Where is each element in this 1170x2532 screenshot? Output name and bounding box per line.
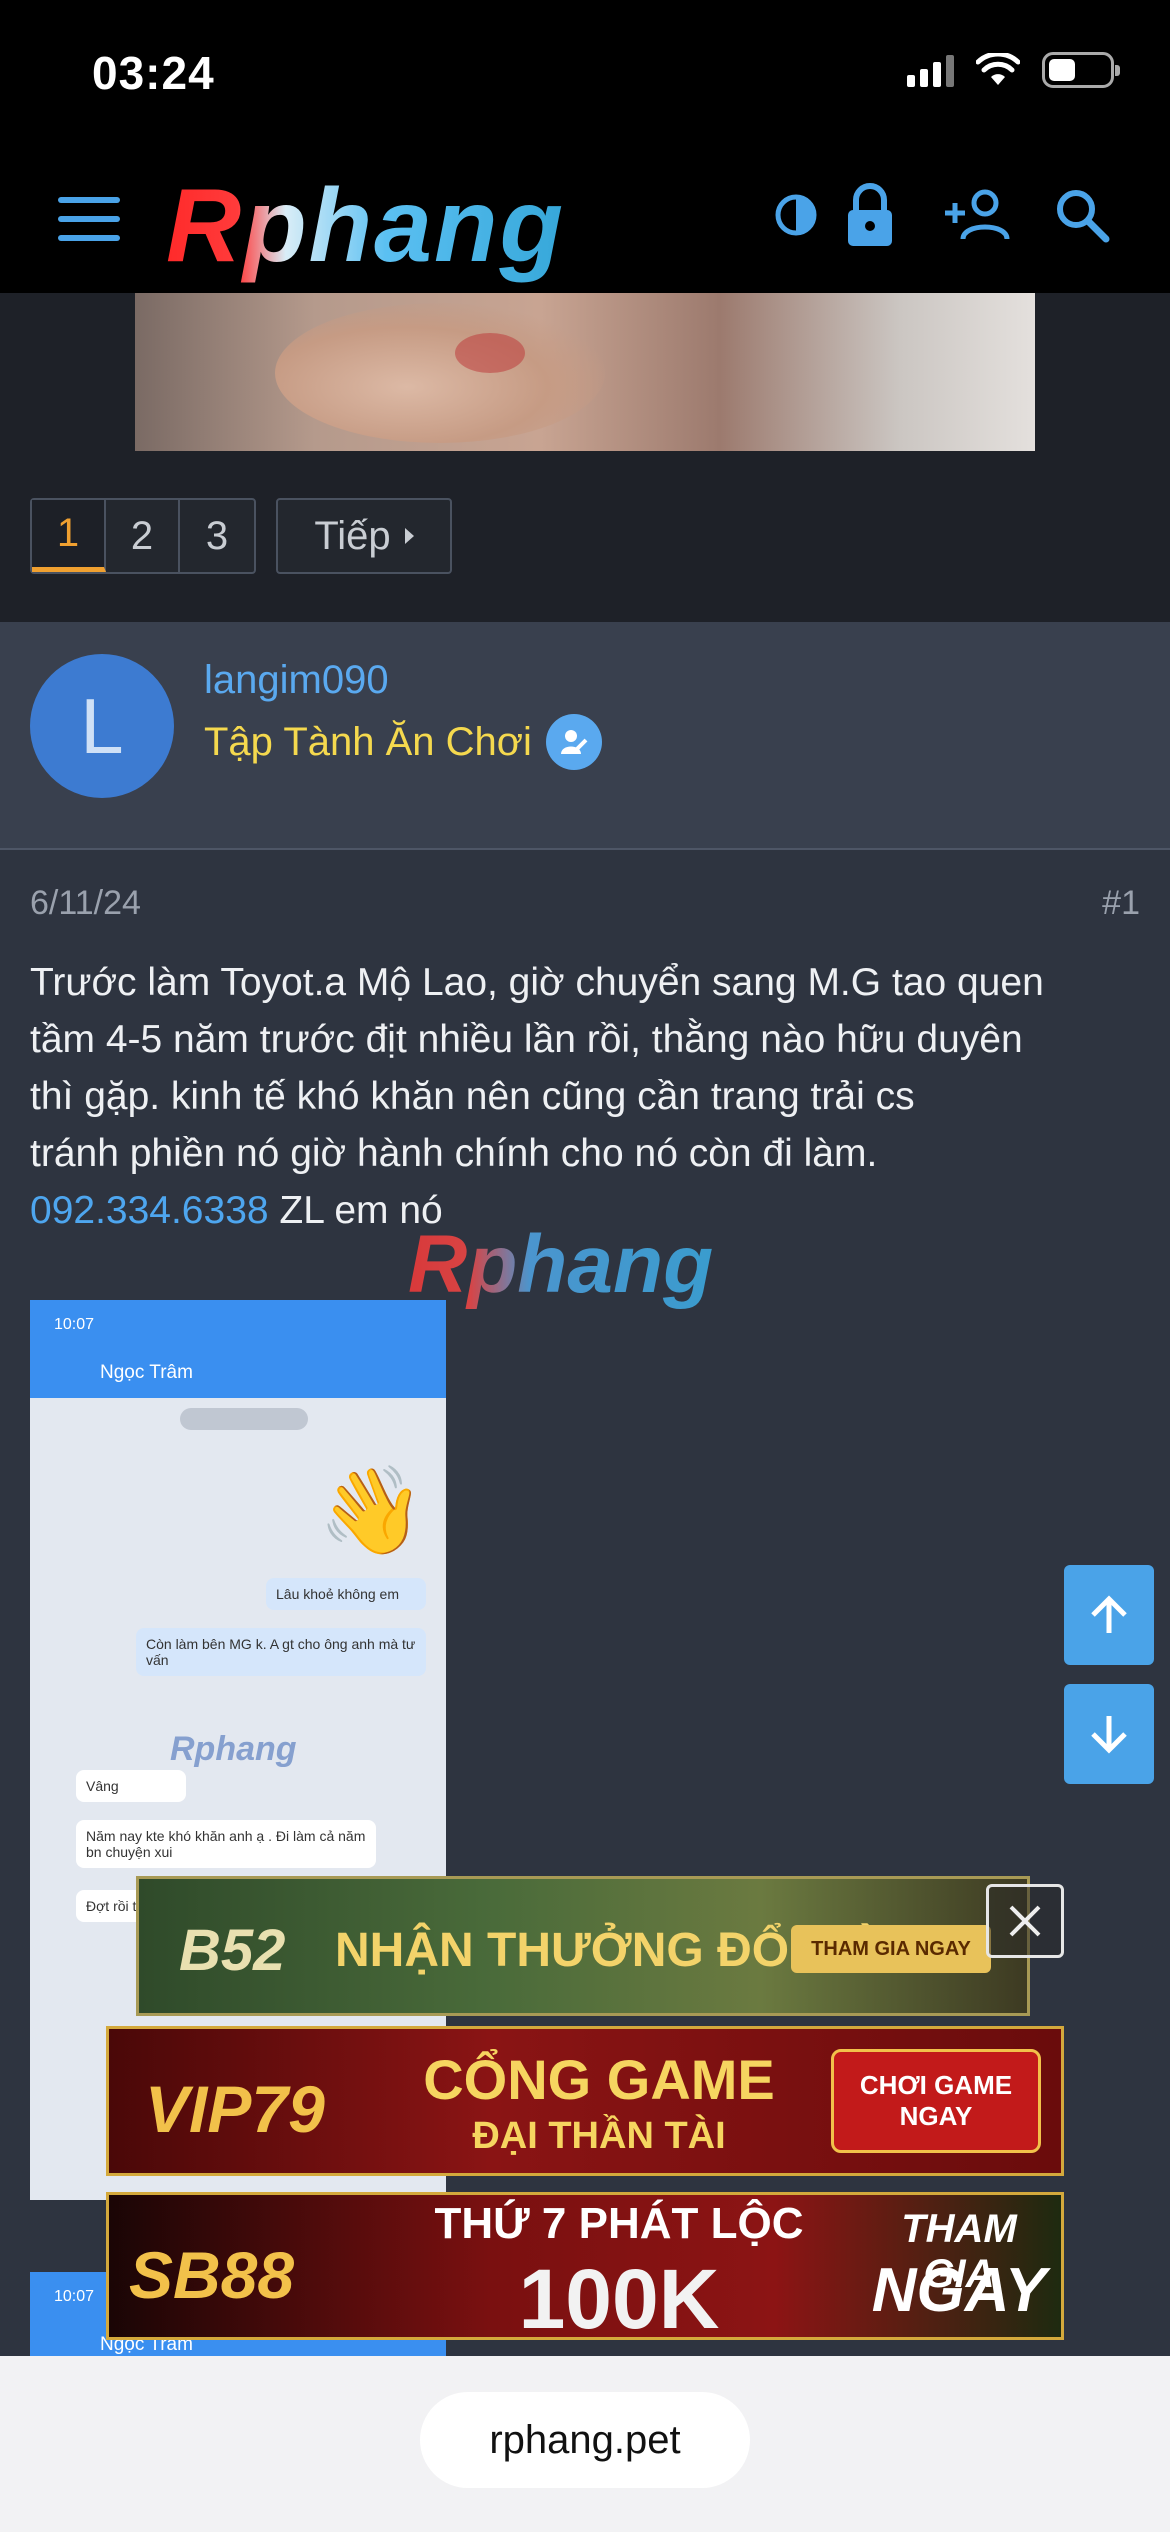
ad-banner-vip79[interactable]: VIP79 CỔNG GAME ĐẠI THẦN TÀI CHƠI GAME N… [106, 2026, 1064, 2176]
chat-date-pill [180, 1408, 308, 1430]
ad-banner-b52[interactable]: B52 NHẬN THƯỞNG ĐỔI ĐỜI THAM GIA NGAY [136, 1876, 1030, 2016]
ad-brand: VIP79 [145, 2072, 325, 2146]
post-line: Trước làm Toyot.a Mộ Lao, giờ chuyển san… [30, 961, 1044, 1004]
chat-bubble: Năm nay kte khó khăn anh ạ . Đi làm cả n… [76, 1820, 376, 1868]
chat-contact: Ngọc Trâm [100, 1362, 193, 1383]
post-line: thì gặp. kinh tế khó khăn nên cũng cần t… [30, 1075, 915, 1118]
scroll-top-button[interactable] [1064, 1565, 1154, 1665]
chat-bubble: Còn làm bên MG k. A gt cho ông anh mà tư… [136, 1628, 426, 1676]
chat-header: 10:07 Ngọc Trâm [30, 1300, 446, 1398]
browser-bottom-bar: rphang.pet [0, 2356, 1170, 2532]
wifi-icon [976, 53, 1020, 85]
chat-bubble: Vâng [76, 1770, 186, 1802]
close-icon [1009, 1905, 1041, 1937]
close-ad-button[interactable] [986, 1884, 1064, 1958]
chat-time: 10:07 [54, 1316, 95, 1333]
scroll-bottom-button[interactable] [1064, 1684, 1154, 1784]
status-icons [907, 52, 1120, 88]
post-line: tầm 4-5 năm trước địt nhiều lần rồi, thằ… [30, 1018, 1023, 1061]
ad-headline: THỨ 7 PHÁT LỘC [434, 2199, 804, 2248]
ad-amount: 100K [518, 2252, 720, 2340]
chat-bubble: Lâu khoẻ không em [266, 1578, 426, 1610]
post-line: tránh phiền nó giờ hành chính cho nó còn… [30, 1132, 878, 1175]
post-body: Trước làm Toyot.a Mộ Lao, giờ chuyển san… [30, 954, 1140, 1239]
menu-icon[interactable] [58, 197, 120, 241]
cellular-signal-icon [907, 53, 954, 87]
page-1[interactable]: 1 [32, 500, 106, 572]
waving-hand-icon: 👋 [318, 1463, 426, 1559]
search-icon[interactable] [1042, 175, 1122, 255]
site-header: Rphang [0, 145, 1170, 293]
pagination: 1 2 3 Tiếp [30, 498, 452, 574]
next-page-label: Tiếp [314, 513, 391, 558]
avatar[interactable]: L [30, 654, 174, 798]
ad-brand: B52 [179, 1918, 286, 1983]
verified-user-icon [545, 714, 602, 770]
chat-time: 10:07 [54, 2288, 95, 2305]
site-logo[interactable]: Rphang [166, 167, 565, 286]
ad-subheadline: ĐẠI THẦN TÀI [472, 2115, 726, 2157]
page-3[interactable]: 3 [180, 500, 254, 572]
status-bar: 03:24 [0, 0, 1170, 145]
status-time: 03:24 [92, 47, 215, 99]
login-lock-icon[interactable] [830, 175, 910, 255]
watermark-logo: Rphang [408, 1219, 714, 1310]
arrow-down-icon [1091, 1716, 1127, 1754]
phone-link[interactable]: 092.334.6338 [30, 1189, 269, 1232]
caret-right-icon [404, 528, 414, 544]
username[interactable]: langim090 [204, 658, 389, 703]
page-list: 1 2 3 [30, 498, 256, 574]
arrow-up-icon [1091, 1595, 1127, 1633]
post-number[interactable]: #1 [1102, 884, 1140, 923]
next-page-button[interactable]: Tiếp [276, 498, 452, 574]
thread-image-crop[interactable] [135, 293, 1035, 451]
url-bar[interactable]: rphang.pet [420, 2392, 750, 2488]
post-date[interactable]: 6/11/24 [30, 884, 141, 923]
ad-cta: THAM GIA NGAY [791, 1925, 991, 1973]
post-author: L langim090 Tập Tành Ăn Chơi [0, 622, 1170, 850]
register-user-icon[interactable] [936, 175, 1016, 255]
battery-icon [1042, 52, 1120, 88]
ad-banner-sb88[interactable]: SB88 THỨ 7 PHÁT LỘC 100K THAM GIA NGAY [106, 2192, 1064, 2340]
user-title-text: Tập Tành Ăn Chơi [204, 719, 532, 764]
ad-cta: NGAY [871, 2256, 1047, 2325]
user-title: Tập Tành Ăn Chơi [204, 714, 602, 770]
ad-cta: CHƠI GAME NGAY [831, 2049, 1041, 2153]
theme-toggle-icon[interactable] [756, 175, 836, 255]
ad-headline: CỔNG GAME [423, 2048, 775, 2111]
page-2[interactable]: 2 [106, 500, 180, 572]
chat-watermark: Rphang [170, 1730, 297, 1768]
ad-brand: SB88 [129, 2238, 295, 2312]
